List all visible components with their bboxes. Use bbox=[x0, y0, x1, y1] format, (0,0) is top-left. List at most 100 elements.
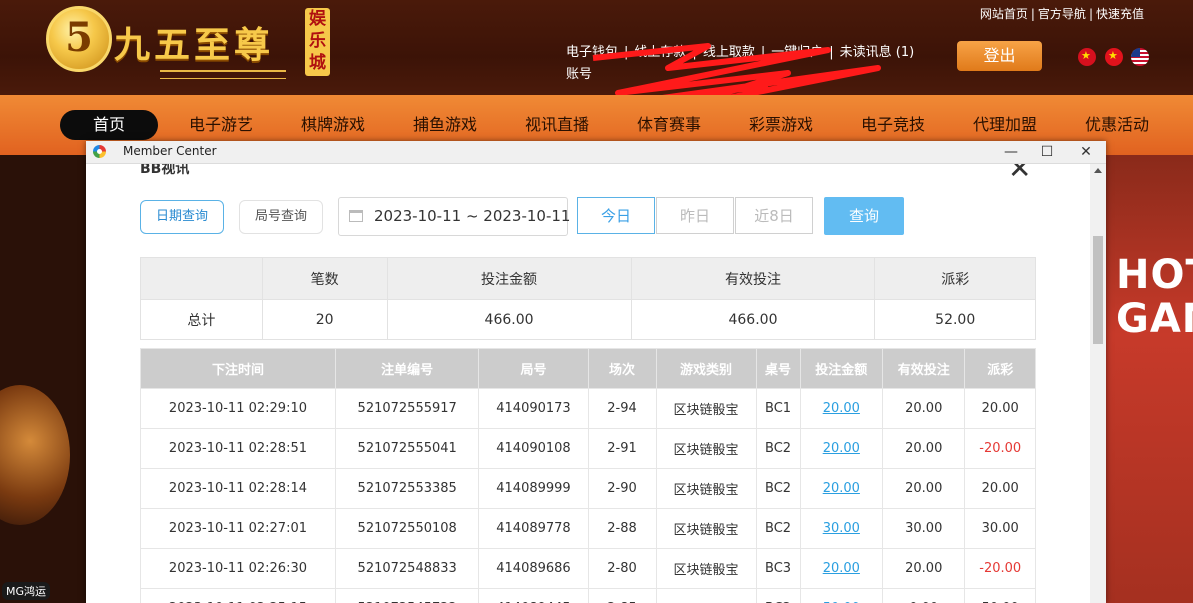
table-cell: 20.00 bbox=[964, 388, 1036, 429]
table-row: 2023-10-11 02:27:01 521072550108 414089778… bbox=[140, 508, 1036, 549]
table-cell: BC1 bbox=[755, 388, 801, 429]
date-range-input[interactable]: 2023-10-11 ~ 2023-10-11 bbox=[338, 197, 571, 236]
bet-amount-link[interactable]: 20.00 bbox=[823, 441, 860, 456]
table-cell: 30.00 bbox=[882, 508, 966, 549]
table-cell: 20.00 bbox=[882, 428, 966, 469]
yesterday-button[interactable]: 昨日 bbox=[656, 197, 734, 234]
summary-cell: 总计 bbox=[140, 299, 263, 340]
mg-logo: MG鸿运 bbox=[2, 582, 51, 600]
table-cell: 30.00 bbox=[964, 508, 1036, 549]
window-scrollbar[interactable] bbox=[1090, 164, 1106, 603]
logout-button[interactable]: 登出 bbox=[957, 41, 1042, 71]
nav-item-chess[interactable]: 棋牌游戏 bbox=[284, 110, 382, 140]
window-close-button[interactable]: ✕ bbox=[1067, 141, 1105, 163]
hot-text-line2: GAM bbox=[1116, 296, 1193, 342]
section-title: BB视讯 bbox=[140, 164, 190, 177]
date-query-button[interactable]: 日期查询 bbox=[140, 200, 224, 234]
hk-flag-icon[interactable] bbox=[1078, 48, 1096, 66]
bet-amount-link[interactable]: 30.00 bbox=[823, 521, 860, 536]
today-button[interactable]: 今日 bbox=[577, 197, 655, 234]
last-8-days-button[interactable]: 近8日 bbox=[735, 197, 813, 234]
table-cell: 521072545722 bbox=[334, 588, 480, 603]
table-cell: 2-90 bbox=[587, 468, 657, 509]
nav-item-promotions[interactable]: 优惠活动 bbox=[1068, 110, 1166, 140]
background-left bbox=[0, 155, 86, 603]
table-cell: 414089999 bbox=[478, 468, 589, 509]
detail-header-cell: 派彩 bbox=[964, 348, 1036, 389]
table-cell: 2-80 bbox=[587, 548, 657, 589]
logo-text[interactable]: 九五至尊 bbox=[114, 16, 274, 68]
table-cell: 20.00 bbox=[799, 428, 884, 469]
table-row: 2023-10-11 02:26:30 521072548833 414089686… bbox=[140, 548, 1036, 589]
table-cell: 20.00 bbox=[799, 548, 884, 589]
table-cell: 414090173 bbox=[478, 388, 589, 429]
top-link-nav[interactable]: 官方导航 bbox=[1035, 7, 1089, 21]
table-cell: 50.00 bbox=[964, 588, 1036, 603]
table-cell: 区块链骰宝 bbox=[655, 428, 757, 469]
logo-ornament bbox=[160, 70, 286, 79]
minimize-button[interactable]: — bbox=[992, 141, 1030, 163]
detail-header-row: 下注时间 注单编号 局号 场次 游戏类别 桌号 投注金额 有效投注 派彩 bbox=[140, 348, 1036, 389]
window-titlebar[interactable]: Member Center — ☐ ✕ bbox=[86, 141, 1106, 164]
hot-text-line1: HOT bbox=[1116, 252, 1193, 298]
table-cell: 区块链骰宝 bbox=[655, 388, 757, 429]
member-center-window: Member Center — ☐ ✕ BB视讯 ✕ 日期查询 局号查询 202… bbox=[86, 141, 1106, 603]
round-query-button[interactable]: 局号查询 bbox=[239, 200, 323, 234]
table-cell: -20.00 bbox=[964, 548, 1036, 589]
table-cell: 2023-10-11 02:26:30 bbox=[140, 548, 336, 589]
top-link-recharge[interactable]: 快速充值 bbox=[1093, 7, 1147, 21]
bet-amount-link[interactable]: 20.00 bbox=[823, 481, 860, 496]
nav-item-fishing[interactable]: 捕鱼游戏 bbox=[396, 110, 494, 140]
table-cell: -20.00 bbox=[964, 428, 1036, 469]
table-cell: 521072555041 bbox=[334, 428, 480, 469]
table-cell: 区块链骰宝 bbox=[655, 468, 757, 509]
date-range-value: 2023-10-11 ~ 2023-10-11 bbox=[374, 207, 571, 225]
table-cell: BC2 bbox=[755, 588, 801, 603]
table-cell: BC3 bbox=[755, 548, 801, 589]
table-cell: 521072550108 bbox=[334, 508, 480, 549]
nav-item-live[interactable]: 视讯直播 bbox=[508, 110, 606, 140]
hot-games-banner[interactable]: HOT GAM bbox=[1116, 253, 1193, 341]
table-cell: 20.00 bbox=[799, 468, 884, 509]
browser-app-icon bbox=[93, 145, 106, 158]
logo-icon[interactable]: 5 bbox=[46, 6, 112, 72]
panel-close-icon[interactable]: ✕ bbox=[1008, 164, 1031, 185]
table-cell: 20.00 bbox=[882, 548, 966, 589]
scroll-thumb[interactable] bbox=[1093, 236, 1103, 344]
site-header: 5 九五至尊 娱乐城 网站首页 | 官方导航 | 快速充值 电子钱包 | 线上存款 | 线上取款… bbox=[0, 0, 1193, 111]
table-cell: BC2 bbox=[755, 468, 801, 509]
query-button[interactable]: 查询 bbox=[824, 197, 904, 235]
table-cell: 区块链骰宝 bbox=[655, 508, 757, 549]
top-links: 网站首页 | 官方导航 | 快速充值 bbox=[977, 5, 1147, 22]
decor-orb bbox=[0, 385, 70, 525]
cn-flag-icon[interactable] bbox=[1105, 48, 1123, 66]
window-content: BB视讯 ✕ 日期查询 局号查询 2023-10-11 ~ 2023-10-11… bbox=[86, 164, 1090, 603]
bet-amount-link[interactable]: 20.00 bbox=[823, 401, 860, 416]
nav-item-agent[interactable]: 代理加盟 bbox=[956, 110, 1054, 140]
summary-cell: 52.00 bbox=[874, 299, 1036, 340]
us-flag-icon[interactable] bbox=[1131, 48, 1149, 66]
summary-header-cell: 派彩 bbox=[874, 257, 1036, 300]
table-row: 2023-10-11 02:25:15521072545722414089445… bbox=[140, 588, 1036, 603]
detail-header-cell: 有效投注 bbox=[882, 348, 966, 389]
scroll-up-arrow-icon[interactable] bbox=[1094, 168, 1102, 173]
detail-header-cell: 注单编号 bbox=[334, 348, 480, 389]
nav-item-esports[interactable]: 电子竞技 bbox=[844, 110, 942, 140]
table-cell: 区块链骰宝 bbox=[655, 588, 757, 603]
detail-header-cell: 下注时间 bbox=[140, 348, 336, 389]
nav-item-slots[interactable]: 电子游艺 bbox=[172, 110, 270, 140]
detail-header-cell: 场次 bbox=[587, 348, 657, 389]
nav-item-home[interactable]: 首页 bbox=[60, 110, 158, 140]
table-cell: 2-94 bbox=[587, 388, 657, 429]
detail-header-cell: 桌号 bbox=[755, 348, 801, 389]
table-cell: 区块链骰宝 bbox=[655, 548, 757, 589]
bet-amount-link[interactable]: 20.00 bbox=[823, 561, 860, 576]
summary-header-cell: 笔数 bbox=[261, 257, 388, 300]
nav-item-lottery[interactable]: 彩票游戏 bbox=[732, 110, 830, 140]
summary-total-row: 总计 20 466.00 466.00 52.00 bbox=[140, 299, 1036, 340]
maximize-button[interactable]: ☐ bbox=[1028, 141, 1066, 163]
table-cell: 20.00 bbox=[964, 468, 1036, 509]
table-cell: 20.00 bbox=[882, 468, 966, 509]
top-link-home[interactable]: 网站首页 bbox=[977, 7, 1031, 21]
nav-item-sports[interactable]: 体育赛事 bbox=[620, 110, 718, 140]
